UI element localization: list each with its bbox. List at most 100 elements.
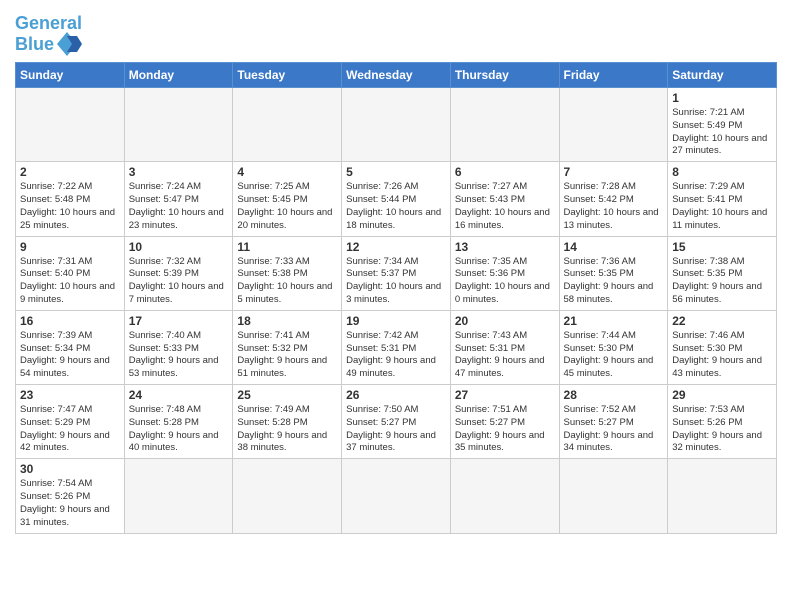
day-info: Sunrise: 7:49 AM Sunset: 5:28 PM Dayligh… <box>237 404 337 455</box>
calendar-cell <box>342 459 451 533</box>
calendar-cell: 9 Sunrise: 7:31 AM Sunset: 5:40 PM Daylig… <box>16 236 125 310</box>
day-number: 24 <box>129 388 229 402</box>
calendar-cell <box>559 459 668 533</box>
day-info: Sunrise: 7:24 AM Sunset: 5:47 PM Dayligh… <box>129 181 229 232</box>
calendar-header-saturday: Saturday <box>668 63 777 88</box>
calendar-cell: 29 Sunrise: 7:53 AM Sunset: 5:26 PM Dayli… <box>668 385 777 459</box>
calendar-cell: 1 Sunrise: 7:21 AM Sunset: 5:49 PM Daylig… <box>668 88 777 162</box>
logo-icon <box>57 32 87 56</box>
day-number: 20 <box>455 314 555 328</box>
calendar-cell: 17Sunrise: 7:40 AM Sunset: 5:33 PM Dayli… <box>124 310 233 384</box>
logo-blue-text: Blue <box>15 35 54 53</box>
day-number: 29 <box>672 388 772 402</box>
day-number: 21 <box>564 314 664 328</box>
calendar-header-row: SundayMondayTuesdayWednesdayThursdayFrid… <box>16 63 777 88</box>
day-number: 3 <box>129 165 229 179</box>
day-info: Sunrise: 7:41 AM Sunset: 5:32 PM Dayligh… <box>237 330 337 381</box>
day-info: Sunrise: 7:22 AM Sunset: 5:48 PM Dayligh… <box>20 181 120 232</box>
calendar-cell: 21 Sunrise: 7:44 AM Sunset: 5:30 PM Dayli… <box>559 310 668 384</box>
calendar-cell: 26 Sunrise: 7:50 AM Sunset: 5:27 PM Dayli… <box>342 385 451 459</box>
day-number: 28 <box>564 388 664 402</box>
day-info: Sunrise: 7:26 AM Sunset: 5:44 PM Dayligh… <box>346 181 446 232</box>
day-number: 25 <box>237 388 337 402</box>
day-number: 5 <box>346 165 446 179</box>
day-info: Sunrise: 7:27 AM Sunset: 5:43 PM Dayligh… <box>455 181 555 232</box>
calendar-cell: 22 Sunrise: 7:46 AM Sunset: 5:30 PM Dayli… <box>668 310 777 384</box>
day-info: Sunrise: 7:48 AM Sunset: 5:28 PM Dayligh… <box>129 404 229 455</box>
day-info: Sunrise: 7:52 AM Sunset: 5:27 PM Dayligh… <box>564 404 664 455</box>
day-number: 12 <box>346 240 446 254</box>
calendar-week-2: 2 Sunrise: 7:22 AM Sunset: 5:48 PM Daylig… <box>16 162 777 236</box>
day-info: Sunrise: 7:53 AM Sunset: 5:26 PM Dayligh… <box>672 404 772 455</box>
day-number: 1 <box>672 91 772 105</box>
calendar-cell <box>233 459 342 533</box>
day-info: Sunrise: 7:31 AM Sunset: 5:40 PM Dayligh… <box>20 256 120 307</box>
calendar: SundayMondayTuesdayWednesdayThursdayFrid… <box>15 62 777 534</box>
day-number: 8 <box>672 165 772 179</box>
calendar-header-tuesday: Tuesday <box>233 63 342 88</box>
day-info: Sunrise: 7:39 AM Sunset: 5:34 PM Dayligh… <box>20 330 120 381</box>
day-number: 9 <box>20 240 120 254</box>
day-info: Sunrise: 7:21 AM Sunset: 5:49 PM Dayligh… <box>672 107 772 158</box>
day-info: Sunrise: 7:46 AM Sunset: 5:30 PM Dayligh… <box>672 330 772 381</box>
calendar-cell: 4 Sunrise: 7:25 AM Sunset: 5:45 PM Daylig… <box>233 162 342 236</box>
calendar-header-wednesday: Wednesday <box>342 63 451 88</box>
day-number: 11 <box>237 240 337 254</box>
day-info: Sunrise: 7:38 AM Sunset: 5:35 PM Dayligh… <box>672 256 772 307</box>
day-number: 16 <box>20 314 120 328</box>
day-info: Sunrise: 7:28 AM Sunset: 5:42 PM Dayligh… <box>564 181 664 232</box>
day-number: 13 <box>455 240 555 254</box>
day-number: 7 <box>564 165 664 179</box>
logo-text: General <box>15 14 87 32</box>
day-info: Sunrise: 7:50 AM Sunset: 5:27 PM Dayligh… <box>346 404 446 455</box>
day-number: 14 <box>564 240 664 254</box>
calendar-cell: 14 Sunrise: 7:36 AM Sunset: 5:35 PM Dayli… <box>559 236 668 310</box>
calendar-cell: 18Sunrise: 7:41 AM Sunset: 5:32 PM Dayli… <box>233 310 342 384</box>
day-info: Sunrise: 7:32 AM Sunset: 5:39 PM Dayligh… <box>129 256 229 307</box>
day-number: 17 <box>129 314 229 328</box>
day-number: 6 <box>455 165 555 179</box>
calendar-cell <box>233 88 342 162</box>
day-info: Sunrise: 7:54 AM Sunset: 5:26 PM Dayligh… <box>20 478 120 529</box>
calendar-cell <box>450 88 559 162</box>
day-info: Sunrise: 7:36 AM Sunset: 5:35 PM Dayligh… <box>564 256 664 307</box>
day-info: Sunrise: 7:51 AM Sunset: 5:27 PM Dayligh… <box>455 404 555 455</box>
day-info: Sunrise: 7:43 AM Sunset: 5:31 PM Dayligh… <box>455 330 555 381</box>
calendar-cell: 12Sunrise: 7:34 AM Sunset: 5:37 PM Dayli… <box>342 236 451 310</box>
calendar-cell: 10Sunrise: 7:32 AM Sunset: 5:39 PM Dayli… <box>124 236 233 310</box>
calendar-header-sunday: Sunday <box>16 63 125 88</box>
calendar-cell: 13Sunrise: 7:35 AM Sunset: 5:36 PM Dayli… <box>450 236 559 310</box>
calendar-cell: 3 Sunrise: 7:24 AM Sunset: 5:47 PM Daylig… <box>124 162 233 236</box>
day-number: 15 <box>672 240 772 254</box>
calendar-cell: 24 Sunrise: 7:48 AM Sunset: 5:28 PM Dayli… <box>124 385 233 459</box>
calendar-cell <box>559 88 668 162</box>
calendar-cell: 28 Sunrise: 7:52 AM Sunset: 5:27 PM Dayli… <box>559 385 668 459</box>
calendar-header-monday: Monday <box>124 63 233 88</box>
day-number: 22 <box>672 314 772 328</box>
day-info: Sunrise: 7:25 AM Sunset: 5:45 PM Dayligh… <box>237 181 337 232</box>
calendar-week-1: 1 Sunrise: 7:21 AM Sunset: 5:49 PM Daylig… <box>16 88 777 162</box>
calendar-cell: 5 Sunrise: 7:26 AM Sunset: 5:44 PM Daylig… <box>342 162 451 236</box>
calendar-cell: 11Sunrise: 7:33 AM Sunset: 5:38 PM Dayli… <box>233 236 342 310</box>
calendar-cell: 16 Sunrise: 7:39 AM Sunset: 5:34 PM Dayli… <box>16 310 125 384</box>
day-number: 23 <box>20 388 120 402</box>
calendar-week-3: 9 Sunrise: 7:31 AM Sunset: 5:40 PM Daylig… <box>16 236 777 310</box>
calendar-cell <box>124 88 233 162</box>
day-number: 4 <box>237 165 337 179</box>
calendar-week-6: 30Sunrise: 7:54 AM Sunset: 5:26 PM Dayli… <box>16 459 777 533</box>
day-number: 2 <box>20 165 120 179</box>
day-info: Sunrise: 7:42 AM Sunset: 5:31 PM Dayligh… <box>346 330 446 381</box>
calendar-cell <box>16 88 125 162</box>
day-number: 27 <box>455 388 555 402</box>
header: General Blue <box>15 10 777 56</box>
calendar-cell <box>450 459 559 533</box>
calendar-cell: 30Sunrise: 7:54 AM Sunset: 5:26 PM Dayli… <box>16 459 125 533</box>
day-number: 26 <box>346 388 446 402</box>
calendar-cell: 25 Sunrise: 7:49 AM Sunset: 5:28 PM Dayli… <box>233 385 342 459</box>
calendar-cell: 15 Sunrise: 7:38 AM Sunset: 5:35 PM Dayli… <box>668 236 777 310</box>
page: General Blue SundayMondayTuesdayWednesda… <box>0 0 792 612</box>
day-info: Sunrise: 7:47 AM Sunset: 5:29 PM Dayligh… <box>20 404 120 455</box>
day-info: Sunrise: 7:44 AM Sunset: 5:30 PM Dayligh… <box>564 330 664 381</box>
logo-general: General <box>15 13 82 33</box>
calendar-week-5: 23 Sunrise: 7:47 AM Sunset: 5:29 PM Dayli… <box>16 385 777 459</box>
